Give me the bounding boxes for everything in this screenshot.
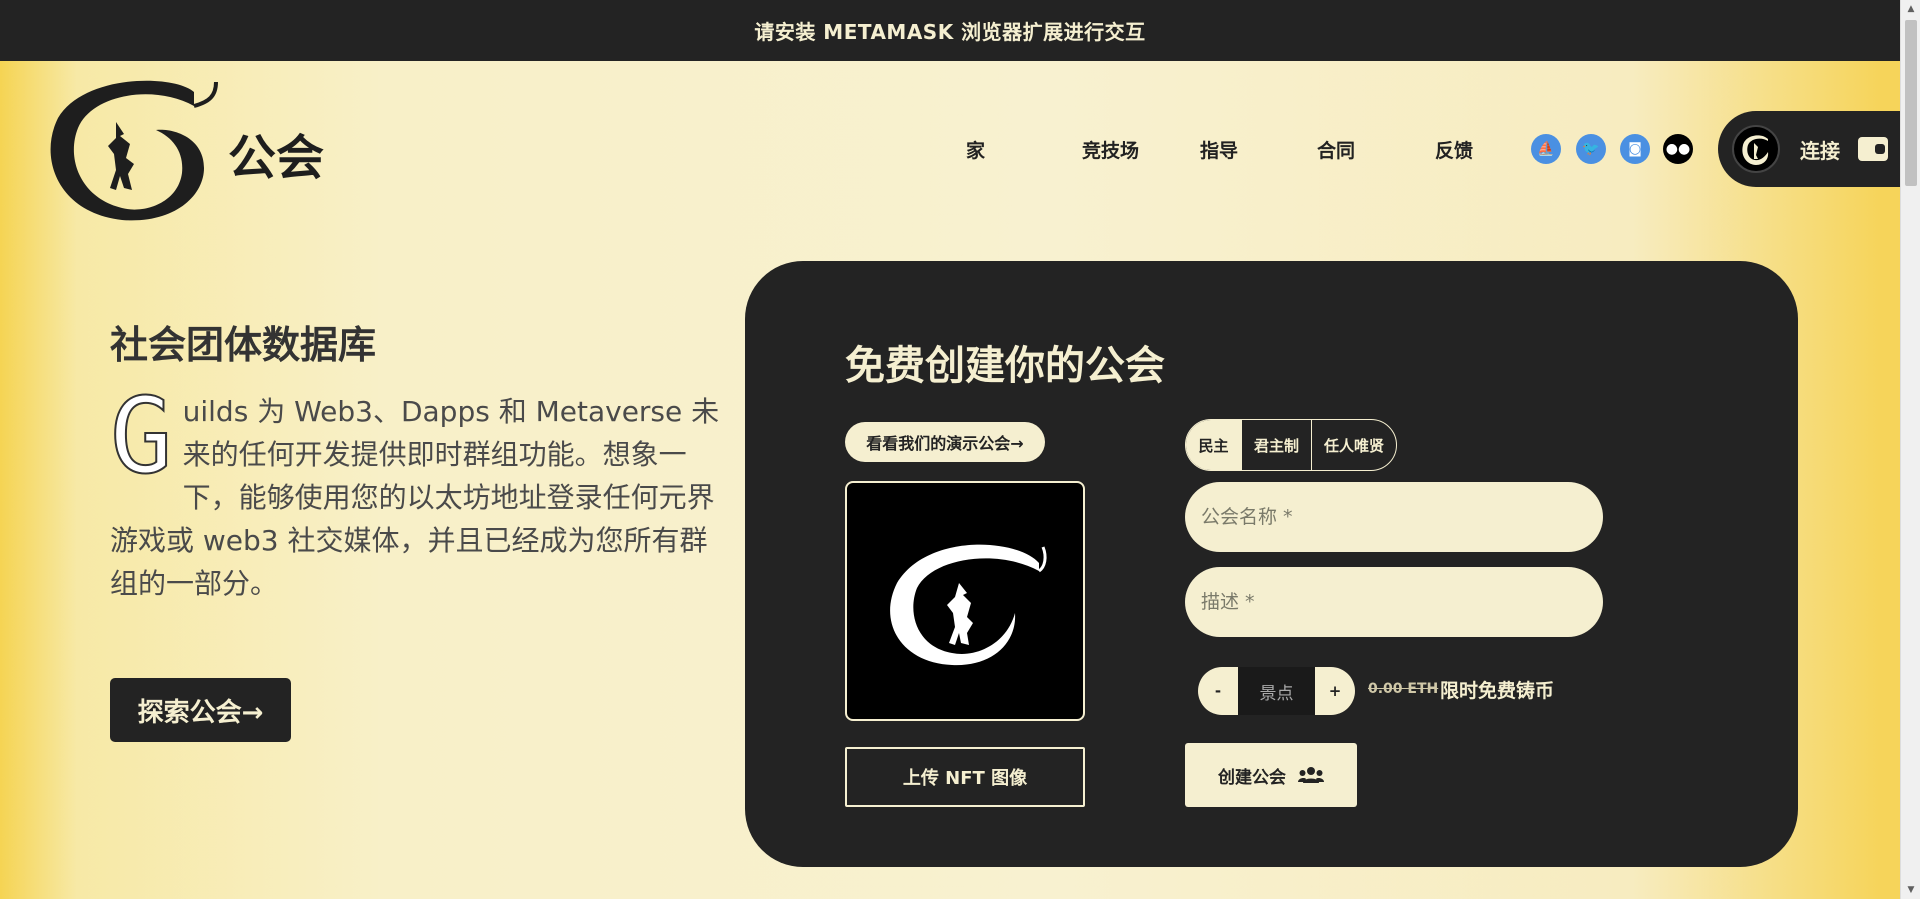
users-icon [1298, 767, 1324, 783]
brand-name[interactable]: 公会 [228, 118, 324, 188]
nav-home[interactable]: 家 [966, 136, 985, 163]
create-guild-button[interactable]: 创建公会 [1185, 743, 1357, 807]
hero-body-text: uilds 为 Web3、Dapps 和 Metaverse 未来的任何开发提供… [110, 395, 720, 600]
description-input[interactable] [1185, 567, 1603, 637]
original-price: 0.00 ETH [1368, 681, 1439, 697]
nav-feedback[interactable]: 反馈 [1435, 136, 1473, 163]
quantity-stepper: - 景点 + [1198, 667, 1355, 715]
tab-monarchy[interactable]: 君主制 [1242, 420, 1312, 470]
nft-image-preview [845, 481, 1085, 721]
medium-icon[interactable]: ●● [1663, 134, 1693, 164]
guild-name-input[interactable] [1185, 482, 1603, 552]
card-title: 免费创建你的公会 [845, 343, 1165, 389]
guild-logo-icon[interactable] [44, 78, 219, 223]
connect-label: 连接 [1800, 139, 1840, 163]
stepper-value[interactable]: 景点 [1238, 667, 1315, 715]
decrement-button[interactable]: - [1198, 667, 1238, 715]
scrollbar-thumb[interactable] [1905, 20, 1917, 186]
scroll-up-arrow-icon[interactable]: ▲ [1901, 0, 1920, 18]
banner-text: 请安装 METAMASK 浏览器扩展进行交互 [754, 20, 1146, 44]
twitter-icon[interactable]: 🐦 [1576, 134, 1606, 164]
page-scrollbar[interactable]: ▲ ▼ [1900, 0, 1920, 899]
create-guild-card: 免费创建你的公会 看看我们的演示公会→ 上传 NFT 图像 民主 君主制 任人唯… [745, 261, 1798, 867]
governance-selector: 民主 君主制 任人唯贤 [1185, 419, 1397, 471]
guild-nft-logo-icon [890, 544, 1047, 666]
avatar [1732, 125, 1780, 173]
create-guild-label: 创建公会 [1218, 767, 1286, 788]
connect-wallet-button[interactable]: 连接 [1718, 111, 1900, 187]
nav-contract[interactable]: 合同 [1317, 136, 1355, 163]
tab-democracy[interactable]: 民主 [1186, 420, 1242, 470]
wallet-icon [1858, 137, 1888, 161]
increment-button[interactable]: + [1315, 667, 1355, 715]
opensea-icon[interactable]: ⛵ [1531, 134, 1561, 164]
nav-arena[interactable]: 竞技场 [1082, 136, 1139, 163]
free-mint-note: 限时免费铸币 [1440, 680, 1555, 702]
nav-guide[interactable]: 指导 [1200, 136, 1238, 163]
demo-guild-button[interactable]: 看看我们的演示公会→ [845, 422, 1045, 462]
dropcap: G [109, 375, 174, 497]
explore-guilds-button[interactable]: 探索公会→ [110, 678, 291, 742]
discord-icon[interactable]: ◙ [1620, 134, 1650, 164]
metamask-banner: 请安装 METAMASK 浏览器扩展进行交互 [0, 0, 1900, 61]
guild-logo-small-icon [1742, 135, 1769, 165]
upload-nft-button[interactable]: 上传 NFT 图像 [845, 747, 1085, 807]
hero-description: G uilds 为 Web3、Dapps 和 Metaverse 未来的任何开发… [109, 375, 720, 605]
tab-meritocracy[interactable]: 任人唯贤 [1312, 420, 1396, 470]
scroll-down-arrow-icon[interactable]: ▼ [1901, 881, 1920, 899]
hero-title: 社会团体数据库 [110, 323, 377, 367]
